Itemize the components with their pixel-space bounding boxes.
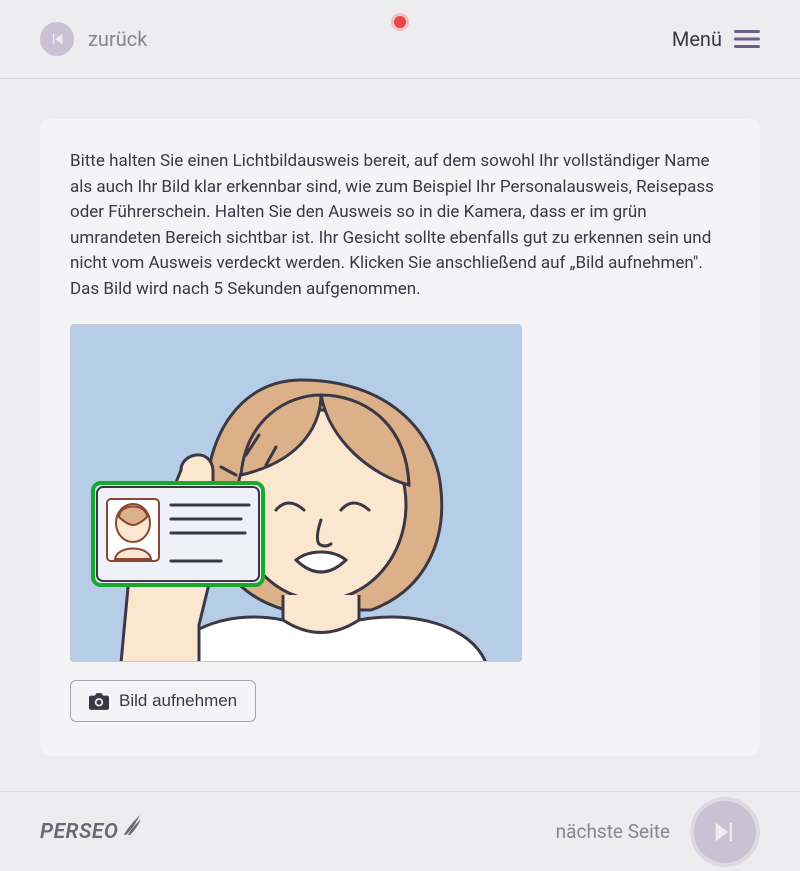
menu-button[interactable]: Menü <box>672 27 760 51</box>
hamburger-icon <box>734 29 760 49</box>
logo-wing-icon <box>122 813 142 837</box>
recording-indicator-icon <box>394 16 406 28</box>
menu-label: Menü <box>672 27 722 51</box>
back-icon <box>40 22 74 56</box>
next-icon <box>690 797 760 867</box>
back-label: zurück <box>88 27 147 51</box>
next-page-button[interactable]: nächste Seite <box>556 797 760 867</box>
content-card: Bitte halten Sie einen Lichtbildausweis … <box>40 119 760 756</box>
capture-button-label: Bild aufnehmen <box>119 691 237 711</box>
capture-button[interactable]: Bild aufnehmen <box>70 680 256 722</box>
back-button[interactable]: zurück <box>40 22 147 56</box>
camera-icon <box>89 693 109 710</box>
perseo-logo: PERSEO <box>40 820 142 844</box>
footer-bar: PERSEO nächste Seite <box>0 791 800 871</box>
id-illustration <box>70 324 522 662</box>
instruction-text: Bitte halten Sie einen Lichtbildausweis … <box>70 149 730 302</box>
next-page-label: nächste Seite <box>556 820 670 843</box>
logo-text: PERSEO <box>40 820 118 844</box>
header-bar: zurück Menü <box>0 0 800 79</box>
